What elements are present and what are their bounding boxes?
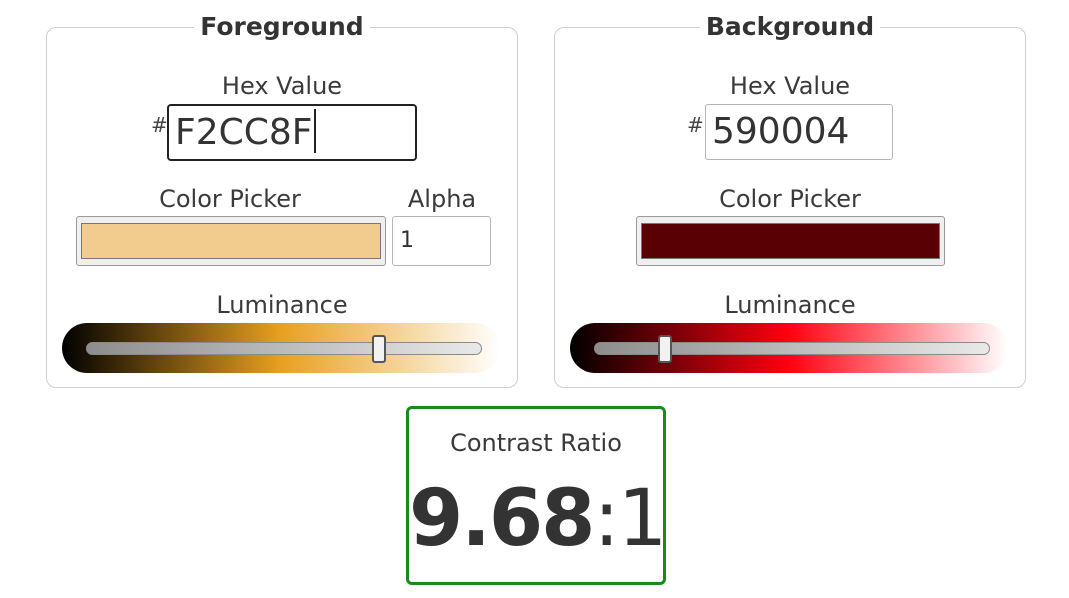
- fg-luminance-label: Luminance: [216, 291, 348, 319]
- background-panel: Background Hex Value # 590004 Color Pick…: [554, 12, 1026, 388]
- contrast-ratio-value: 9.68:1: [409, 473, 668, 565]
- fg-alpha-label: Alpha: [407, 185, 477, 213]
- fg-alpha-input[interactable]: 1: [392, 216, 491, 266]
- contrast-ratio-box: Contrast Ratio 9.68:1: [406, 406, 668, 585]
- bg-hex-input[interactable]: 590004: [705, 104, 893, 160]
- fg-color-picker-label: Color Picker: [159, 185, 301, 213]
- fg-hash-symbol: #: [151, 113, 168, 137]
- foreground-panel: Foreground Hex Value # F2CC8F Color Pick…: [46, 12, 518, 388]
- contrast-ratio-label: Contrast Ratio: [450, 429, 622, 457]
- bg-color-swatch: [641, 223, 940, 259]
- background-title: Background: [699, 12, 881, 41]
- text-caret: [313, 109, 316, 153]
- bg-luminance-label: Luminance: [724, 291, 856, 319]
- foreground-title: Foreground: [194, 12, 370, 41]
- fg-luminance-slider[interactable]: [86, 342, 482, 355]
- fg-hex-input[interactable]: F2CC8F: [167, 104, 417, 161]
- fg-hex-label: Hex Value: [221, 72, 343, 100]
- bg-luminance-thumb[interactable]: [658, 335, 673, 363]
- bg-color-picker-button[interactable]: [636, 216, 945, 266]
- bg-hex-value: 590004: [712, 111, 850, 152]
- bg-hash-symbol: #: [687, 113, 704, 137]
- contrast-ratio-number: 9.68: [409, 474, 595, 564]
- bg-hex-label: Hex Value: [729, 72, 851, 100]
- fg-hex-value: F2CC8F: [175, 112, 313, 153]
- fg-color-picker-button[interactable]: [76, 216, 386, 266]
- contrast-ratio-denominator: 1: [617, 474, 668, 564]
- fg-color-swatch: [81, 223, 381, 259]
- bg-luminance-slider[interactable]: [594, 342, 990, 355]
- contrast-ratio-separator: :: [593, 474, 619, 564]
- bg-color-picker-label: Color Picker: [719, 185, 861, 213]
- fg-luminance-thumb[interactable]: [372, 335, 387, 363]
